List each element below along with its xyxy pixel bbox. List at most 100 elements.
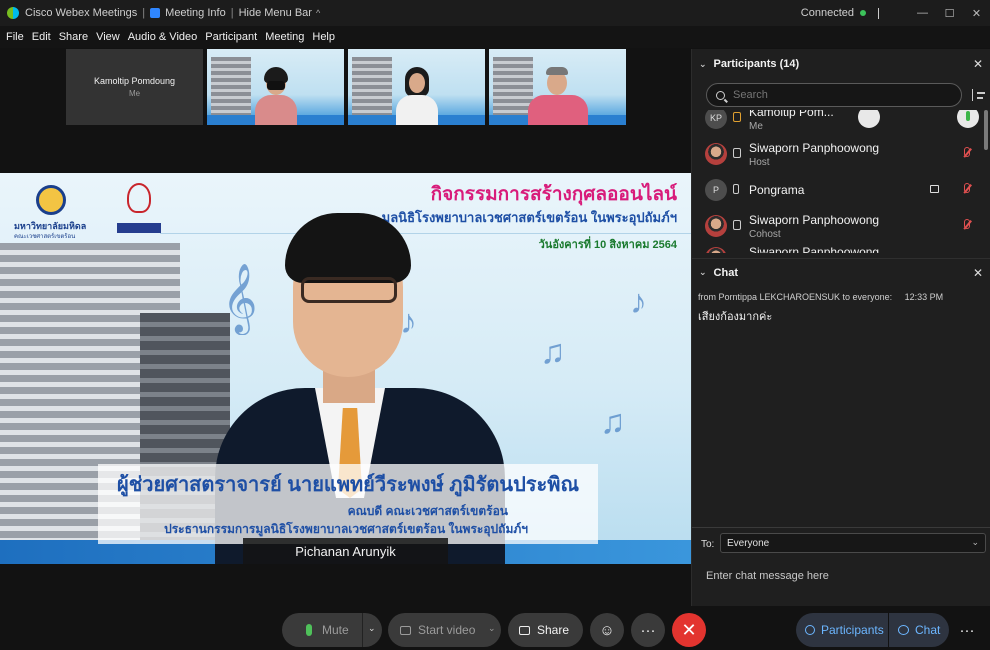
- avatar: KP: [705, 110, 727, 129]
- participant-figure: [394, 65, 440, 125]
- chevron-down-icon[interactable]: ⌄: [699, 59, 707, 70]
- main-video-stage[interactable]: 𝄞 ♪ ♫ ♪ ♫ มหาวิทยาลัยมหิดล คณะเวชศาสตร์เ…: [0, 173, 691, 564]
- menu-edit[interactable]: Edit: [32, 31, 51, 43]
- share-label: Share: [537, 623, 570, 637]
- building-image: [211, 57, 251, 117]
- chat-message-meta: from Porntippa LEKCHAROENSUK to everyone…: [698, 292, 943, 302]
- foundation-logo: [117, 183, 161, 235]
- search-icon: [716, 90, 725, 100]
- speaker-caption: ผู้ช่วยศาสตราจารย์ นายแพทย์วีระพงษ์ ภูมิ…: [98, 464, 598, 544]
- menu-share[interactable]: Share: [59, 31, 88, 43]
- participant-search[interactable]: [706, 83, 962, 107]
- speaker-role-1: คณบดี คณะเวชศาสตร์เขตร้อน: [347, 504, 508, 518]
- phone-icon: [733, 184, 739, 194]
- chat-message-text: เสียงก้องมากค่ะ: [698, 311, 773, 323]
- participant-row[interactable]: Siwaporn Panphoowong Host: [692, 136, 982, 172]
- participants-panel-button[interactable]: Participants: [796, 613, 888, 647]
- participant-scrollbar[interactable]: [984, 110, 988, 150]
- participant-video-tile[interactable]: [207, 49, 344, 125]
- close-window-button[interactable]: ✕: [963, 7, 990, 20]
- active-speaker-label: Pichanan Arunyik: [243, 538, 448, 564]
- participant-name: Siwaporn Panphoowong: [749, 213, 880, 227]
- chat-recipient-select[interactable]: Everyone ⌄: [720, 533, 986, 553]
- microphone-icon: [306, 624, 312, 636]
- chat-messages: from Porntippa LEKCHAROENSUK to everyone…: [692, 287, 990, 527]
- mic-on-icon[interactable]: [957, 110, 979, 128]
- chevron-down-icon[interactable]: ⌄: [488, 623, 496, 634]
- video-camera-icon: [930, 185, 939, 193]
- participant-row[interactable]: Siwaporn Panphoowong: [692, 240, 982, 253]
- event-title: กิจกรรมการสร้างกุศลออนไลน์: [430, 184, 677, 205]
- participant-name: Pongrama: [749, 183, 805, 197]
- participant-name: Kamoltip Pom...: [749, 110, 834, 119]
- start-video-label: Start video: [418, 623, 476, 637]
- chevron-up-icon[interactable]: ^: [316, 8, 320, 18]
- chat-panel-button[interactable]: Chat: [889, 613, 949, 647]
- self-video-tile[interactable]: Kamoltip Pomdoung Me: [66, 49, 203, 125]
- video-thumbnail-strip: Kamoltip Pomdoung Me: [66, 49, 626, 125]
- menu-meeting[interactable]: Meeting: [265, 31, 304, 43]
- video-camera-icon: [400, 625, 411, 635]
- university-seal-logo: [36, 185, 66, 215]
- participant-role: Me: [749, 121, 763, 132]
- participant-role: Cohost: [749, 229, 781, 240]
- participant-row[interactable]: KP Kamoltip Pom... Me: [692, 110, 982, 136]
- menu-bar: File Edit Share View Audio & Video Parti…: [0, 26, 990, 48]
- button-split: [362, 613, 363, 647]
- panel-more-button[interactable]: ···: [950, 613, 984, 647]
- search-input[interactable]: [733, 89, 933, 101]
- menu-help[interactable]: Help: [312, 31, 335, 43]
- chevron-down-icon[interactable]: ⌄: [699, 267, 707, 278]
- share-screen-icon: [519, 625, 530, 635]
- participant-row[interactable]: Siwaporn Panphoowong Cohost: [692, 208, 982, 244]
- menu-file[interactable]: File: [6, 31, 24, 43]
- more-icon: ···: [640, 621, 656, 639]
- maximize-button[interactable]: ☐: [936, 7, 963, 20]
- chevron-down-icon[interactable]: ⌄: [971, 537, 979, 548]
- reactions-button[interactable]: ☺: [590, 613, 624, 647]
- more-icon: ···: [959, 621, 975, 639]
- mic-muted-icon[interactable]: [964, 147, 970, 157]
- faculty-name: คณะเวชศาสตร์เขตร้อน: [14, 234, 76, 240]
- avatar: [705, 143, 727, 165]
- chevron-down-icon[interactable]: ⌄: [368, 623, 376, 634]
- menu-audio-video[interactable]: Audio & Video: [128, 31, 198, 43]
- meeting-info-icon[interactable]: [150, 8, 161, 18]
- end-meeting-button[interactable]: ✕: [672, 613, 706, 647]
- chat-panel-header[interactable]: ⌄ Chat ✕: [692, 258, 990, 286]
- side-panel: ⌄ Participants (14) ✕ KP Kamoltip Pom...…: [691, 49, 990, 606]
- mute-button[interactable]: Mute ⌄: [282, 613, 382, 647]
- close-participants-button[interactable]: ✕: [973, 57, 983, 71]
- participants-panel-header[interactable]: ⌄ Participants (14) ✕: [692, 50, 990, 78]
- meeting-info-button[interactable]: Meeting Info: [165, 7, 226, 19]
- menu-participant[interactable]: Participant: [205, 31, 257, 43]
- participant-video-tile[interactable]: [348, 49, 485, 125]
- start-video-button[interactable]: Start video ⌄: [388, 613, 501, 647]
- music-note-icon: ♫: [600, 403, 626, 441]
- music-note-icon: ♫: [540, 333, 566, 371]
- mic-muted-icon[interactable]: [964, 219, 970, 229]
- participant-video-tile[interactable]: [489, 49, 626, 125]
- participant-role: Host: [749, 157, 770, 168]
- close-chat-button[interactable]: ✕: [973, 266, 983, 280]
- participant-row[interactable]: P Pongrama: [692, 172, 982, 208]
- minimize-button[interactable]: —: [909, 7, 936, 19]
- title-separator: |: [142, 7, 146, 19]
- avatar: [705, 215, 727, 237]
- connection-status: Connected: [800, 7, 854, 19]
- mute-toggle-button[interactable]: [858, 110, 880, 128]
- sort-icon[interactable]: [972, 89, 986, 101]
- mic-muted-icon[interactable]: [964, 183, 970, 193]
- hide-menu-bar-button[interactable]: Hide Menu Bar: [239, 7, 312, 19]
- menu-view[interactable]: View: [96, 31, 120, 43]
- participant-name: Siwaporn Panphoowong: [749, 245, 880, 253]
- audio-device-icon: [733, 112, 741, 122]
- chat-button-label: Chat: [915, 623, 941, 637]
- chat-message-input[interactable]: [706, 566, 976, 586]
- chat-divider: [692, 527, 990, 528]
- share-button[interactable]: Share: [508, 613, 583, 647]
- self-name: Kamoltip Pomdoung: [93, 76, 176, 86]
- connected-dot-icon: [860, 10, 866, 16]
- more-options-button[interactable]: ···: [631, 613, 665, 647]
- audio-device-icon: [733, 220, 741, 230]
